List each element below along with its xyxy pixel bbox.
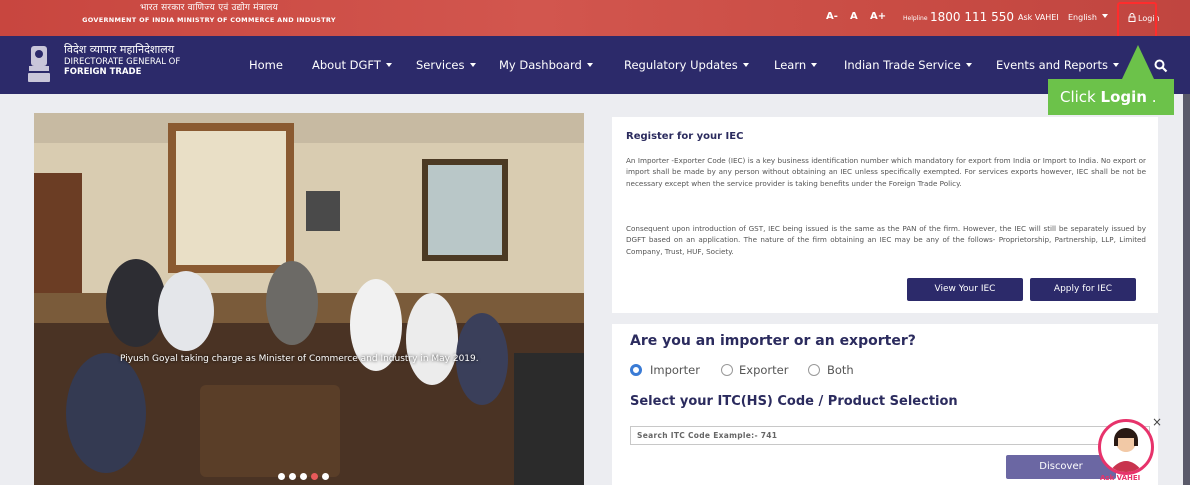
ask-vahei-avatar[interactable]: [1098, 419, 1154, 475]
ask-vahei-label: Ask VAHEI: [1100, 474, 1141, 482]
helpline-number[interactable]: 1800 111 550: [930, 10, 1014, 24]
register-title: Register for your IEC: [626, 131, 744, 142]
chatbot-avatar-icon: [1109, 428, 1143, 472]
ask-vahei-link[interactable]: Ask VAHEI: [1018, 13, 1059, 22]
radio-importer[interactable]: [630, 364, 642, 376]
language-select[interactable]: English: [1068, 13, 1108, 22]
main-nav: विदेश व्यापार महानिदेशालय DIRECTORATE GE…: [0, 36, 1190, 94]
chevron-down-icon: [586, 63, 593, 67]
font-decrease-button[interactable]: A-: [826, 11, 838, 22]
slider-caption: Piyush Goyal taking charge as Minister o…: [120, 354, 479, 364]
slider-dot-4-active[interactable]: [311, 473, 318, 480]
itc-search-input[interactable]: Search ITC Code Example:- 741: [630, 426, 1150, 445]
callout-bold: Login: [1100, 88, 1147, 106]
emblem-icon: [28, 46, 50, 82]
click-login-callout: Click Login .: [1048, 79, 1174, 115]
nav-regulatory-updates[interactable]: Regulatory Updates: [624, 58, 749, 72]
slider-dot-3[interactable]: [300, 473, 307, 480]
radio-exporter[interactable]: [721, 364, 733, 376]
nav-events-and-reports[interactable]: Events and Reports: [996, 58, 1119, 72]
register-iec-card: Register for your IEC An Importer -Expor…: [612, 117, 1158, 313]
nav-learn-label: Learn: [774, 58, 807, 72]
govt-english: GOVERNMENT OF INDIA MINISTRY OF COMMERCE…: [82, 15, 336, 24]
font-normal-button[interactable]: A: [850, 11, 858, 22]
meeting-photo: [34, 113, 584, 485]
chevron-down-icon: [742, 63, 749, 67]
nav-about-dgft[interactable]: About DGFT: [312, 58, 392, 72]
nav-indian-trade-service[interactable]: Indian Trade Service: [844, 58, 972, 72]
itc-section-title: Select your ITC(HS) Code / Product Selec…: [630, 394, 958, 409]
chevron-down-icon: [385, 63, 392, 67]
close-icon[interactable]: ×: [1152, 415, 1162, 429]
nav-events-and-reports-label: Events and Reports: [996, 58, 1108, 72]
chevron-down-icon: [811, 63, 818, 67]
chevron-down-icon: [1101, 14, 1108, 18]
apply-for-iec-button[interactable]: Apply for IEC: [1030, 278, 1136, 301]
radio-both-label[interactable]: Both: [827, 363, 854, 377]
callout-prefix: Click: [1060, 88, 1101, 106]
language-label: English: [1068, 13, 1097, 22]
nav-services-label: Services: [416, 58, 465, 72]
nav-services[interactable]: Services: [416, 58, 476, 72]
nav-home[interactable]: Home: [249, 58, 283, 72]
nav-indian-trade-service-label: Indian Trade Service: [844, 58, 961, 72]
slider-dot-5[interactable]: [322, 473, 329, 480]
search-icon[interactable]: [1154, 59, 1168, 73]
chevron-down-icon: [965, 63, 972, 67]
slider-dot-1[interactable]: [278, 473, 285, 480]
top-strip: भारत सरकार वाणिज्य एवं उद्योग मंत्रालय G…: [0, 0, 1190, 36]
org-title[interactable]: विदेश व्यापार महानिदेशालय DIRECTORATE GE…: [64, 43, 180, 77]
font-increase-button[interactable]: A+: [870, 11, 886, 22]
callout-arrow: [1122, 45, 1154, 79]
nav-regulatory-updates-label: Regulatory Updates: [624, 58, 738, 72]
hero-slider-image[interactable]: [34, 113, 584, 485]
slider-dots: [278, 465, 333, 484]
register-paragraph-2: Consequent upon introduction of GST, IEC…: [626, 224, 1146, 256]
radio-exporter-label[interactable]: Exporter: [739, 363, 788, 377]
govt-hindi: भारत सरकार वाणिज्य एवं उद्योग मंत्रालय: [140, 3, 278, 13]
register-paragraph-1: An Importer -Exporter Code (IEC) is a ke…: [626, 156, 1146, 188]
nav-my-dashboard-label: My Dashboard: [499, 58, 582, 72]
govt-title: भारत सरकार वाणिज्य एवं उद्योग मंत्रालय G…: [64, 3, 354, 24]
view-your-iec-button[interactable]: View Your IEC: [907, 278, 1023, 301]
nav-learn[interactable]: Learn: [774, 58, 818, 72]
chevron-down-icon: [1113, 63, 1119, 67]
helpline-label: Helpline: [903, 15, 928, 22]
nav-my-dashboard[interactable]: My Dashboard: [499, 58, 593, 72]
org-line3: FOREIGN TRADE: [64, 66, 142, 77]
page-scrollbar[interactable]: [1183, 94, 1190, 485]
radio-importer-label[interactable]: Importer: [650, 363, 700, 377]
slider-dot-2[interactable]: [289, 473, 296, 480]
chevron-down-icon: [469, 63, 476, 67]
callout-suffix: .: [1146, 88, 1157, 106]
importer-question: Are you an importer or an exporter?: [630, 333, 916, 349]
nav-about-dgft-label: About DGFT: [312, 58, 381, 72]
org-hindi: विदेश व्यापार महानिदेशालय: [64, 43, 175, 56]
radio-both[interactable]: [808, 364, 820, 376]
